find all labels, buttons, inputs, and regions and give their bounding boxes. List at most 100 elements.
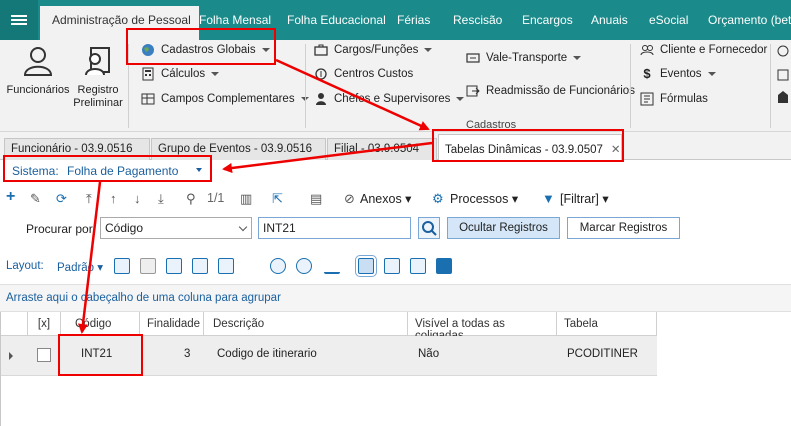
cell-tabela: PCODITINER xyxy=(567,348,638,360)
tab-encargos[interactable]: Encargos xyxy=(522,13,573,27)
tab-folha-mensal[interactable]: Folha Mensal xyxy=(199,13,271,27)
processos-button[interactable]: Processos ▾ xyxy=(450,191,518,206)
layout-download-icon[interactable] xyxy=(218,258,234,274)
attach-icon[interactable]: ⊘ xyxy=(344,191,355,207)
layout-save-icon[interactable] xyxy=(166,258,182,274)
view-1-icon[interactable] xyxy=(355,255,377,277)
layout-color-icon[interactable] xyxy=(296,258,312,274)
search-input[interactable]: INT21 xyxy=(258,217,411,239)
first-icon[interactable]: ⤒ xyxy=(86,191,92,207)
row-indicator-icon xyxy=(9,352,13,360)
main-menu-bar: Administração de Pessoal Folha Mensal Fo… xyxy=(0,0,791,40)
header-visivel[interactable]: Visível a todas as coligadas xyxy=(408,312,557,342)
search-row: Procurar por: Código INT21 Ocultar Regis… xyxy=(0,214,791,244)
grid-header: [x] Código Finalidade Descrição Visível … xyxy=(0,312,657,342)
search-icon[interactable]: ⚲ xyxy=(186,191,196,207)
chefes-supervisores-label: Chefes e Supervisores xyxy=(334,93,451,105)
ribbon: Funcionários Registro Preliminar Cadastr… xyxy=(0,40,791,132)
ticket-icon xyxy=(466,53,480,63)
filter-icon[interactable]: ▼ xyxy=(542,191,555,206)
layout-row: Layout: Padrão ▾ xyxy=(0,254,791,280)
edit-icon[interactable]: ✎ xyxy=(30,191,41,207)
user-icon xyxy=(23,47,53,76)
filtrar-button[interactable]: [Filtrar] ▾ xyxy=(560,191,609,206)
annotation-box-codigo xyxy=(58,334,143,376)
campos-complementares-button[interactable]: Campos Complementares xyxy=(141,92,309,106)
layout-value: Padrão xyxy=(57,262,95,274)
next-icon[interactable]: ↓ xyxy=(134,191,141,206)
search-field-select[interactable]: Código xyxy=(100,217,252,239)
search-input-value: INT21 xyxy=(263,221,296,235)
registro-preliminar-button[interactable]: Registro Preliminar xyxy=(72,46,124,110)
ocultar-registros-button[interactable]: Ocultar Registros xyxy=(447,217,560,239)
user-document-icon xyxy=(85,47,110,76)
doctab-filial[interactable]: Filial - 03.9.0504 xyxy=(327,138,437,160)
annotation-box-cadastros-globais xyxy=(126,28,276,65)
header-codigo[interactable]: Código xyxy=(61,312,140,336)
registro-label-2: Preliminar xyxy=(73,97,123,109)
cliente-fornecedor-button[interactable]: Cliente e Fornecedor xyxy=(640,43,767,57)
view-2-icon[interactable] xyxy=(384,258,400,274)
header-descricao[interactable]: Descrição xyxy=(204,312,408,336)
tab-anuais[interactable]: Anuais xyxy=(591,13,628,27)
add-icon[interactable]: + xyxy=(6,188,15,206)
anexos-button[interactable]: Anexos ▾ xyxy=(360,191,411,206)
columns-icon[interactable]: ▥ xyxy=(240,191,252,207)
eventos-button[interactable]: $ Eventos xyxy=(640,67,716,81)
chevron-down-icon xyxy=(238,222,248,232)
header-tabela[interactable]: Tabela xyxy=(557,312,657,336)
chefes-supervisores-button[interactable]: Chefes e Supervisores xyxy=(314,92,465,106)
tab-folha-educacional[interactable]: Folha Educacional xyxy=(287,13,386,27)
header-finalidade[interactable]: Finalidade xyxy=(140,312,204,336)
fields-icon xyxy=(141,93,155,105)
centros-custos-button[interactable]: Centros Custos xyxy=(314,67,413,81)
group-by-hint: Arraste aqui o cabeçalho de uma coluna p… xyxy=(6,292,281,304)
cargos-funcoes-button[interactable]: Cargos/Funções xyxy=(314,43,433,57)
view-4-icon[interactable] xyxy=(436,258,452,274)
formula-icon xyxy=(640,92,654,106)
filtrar-label: [Filtrar] xyxy=(560,192,599,206)
search-button[interactable] xyxy=(418,217,440,239)
layout-add-icon[interactable] xyxy=(114,258,130,274)
export-icon[interactable]: ⇱ xyxy=(272,191,283,207)
report-icon[interactable]: ▤ xyxy=(310,191,322,207)
supervisor-icon xyxy=(316,93,326,105)
more-ribbon-icons[interactable] xyxy=(776,45,790,115)
search-field-value: Código xyxy=(105,221,144,235)
funcionarios-button[interactable]: Funcionários xyxy=(6,46,70,97)
calculos-button[interactable]: Cálculos xyxy=(141,67,220,81)
formulas-button[interactable]: Fórmulas xyxy=(640,92,708,106)
select-all-header[interactable]: [x] xyxy=(28,312,61,336)
prev-icon[interactable]: ↑ xyxy=(110,191,117,206)
centros-custos-label: Centros Custos xyxy=(334,68,414,80)
view-3-icon[interactable] xyxy=(410,258,426,274)
tab-rescisao[interactable]: Rescisão xyxy=(453,13,502,27)
group-by-panel[interactable]: Arraste aqui o cabeçalho de uma coluna p… xyxy=(0,284,791,312)
refresh-icon[interactable]: ⟳ xyxy=(56,191,67,207)
eventos-label: Eventos xyxy=(660,68,702,80)
annotation-box-sistema xyxy=(3,155,212,182)
marcar-registros-button[interactable]: Marcar Registros xyxy=(567,217,680,239)
dollar-icon: $ xyxy=(643,66,651,81)
readmissao-button[interactable]: Readmissão de Funcionários xyxy=(466,84,635,98)
row-indicator-header xyxy=(0,312,28,336)
vale-transporte-button[interactable]: Vale-Transporte xyxy=(466,51,582,65)
layout-delete-icon[interactable] xyxy=(140,258,156,274)
page-counter: 1/1 xyxy=(207,191,225,205)
gear-icon[interactable]: ⚙ xyxy=(432,191,444,207)
tab-ferias[interactable]: Férias xyxy=(397,13,430,27)
readmission-icon xyxy=(466,85,480,97)
row-checkbox[interactable] xyxy=(37,348,51,362)
layout-filter-icon[interactable] xyxy=(270,258,286,274)
readmissao-label: Readmissão de Funcionários xyxy=(486,85,635,97)
tab-esocial[interactable]: eSocial xyxy=(649,13,688,27)
last-icon[interactable]: ⤓ xyxy=(158,191,164,207)
tab-orcamento[interactable]: Orçamento (beta xyxy=(708,13,791,27)
cell-finalidade: 3 xyxy=(184,348,191,360)
menu-icon[interactable] xyxy=(0,0,38,40)
chart-icon[interactable] xyxy=(324,258,340,274)
layout-upload-icon[interactable] xyxy=(192,258,208,274)
calculator-icon xyxy=(142,67,154,81)
cell-visivel: Não xyxy=(418,348,440,360)
layout-select[interactable]: Padrão ▾ xyxy=(57,260,103,274)
